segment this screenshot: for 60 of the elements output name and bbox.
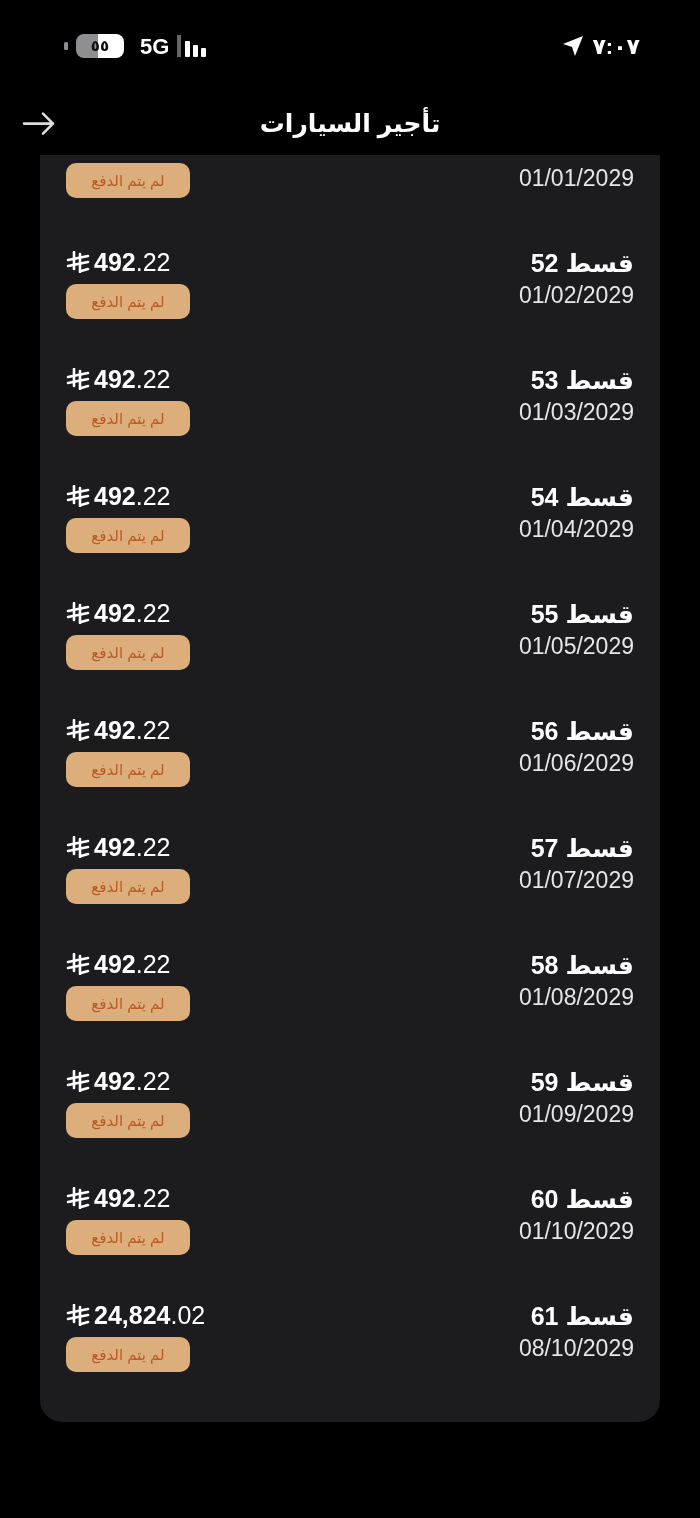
installment-title: قسط 55 <box>530 599 634 630</box>
payment-status-badge: لم يتم الدفع <box>66 1337 190 1372</box>
installment-date: 01/08/2029 <box>518 983 634 1012</box>
payment-status-badge: لم يتم الدفع <box>66 752 190 787</box>
installment-title: قسط 61 <box>530 1301 634 1332</box>
riyal-icon <box>66 1304 90 1326</box>
network-type: 5G <box>140 32 170 61</box>
riyal-icon <box>66 953 90 975</box>
installment-title: قسط 56 <box>530 716 634 747</box>
riyal-icon <box>66 719 90 741</box>
location-icon <box>562 35 585 57</box>
installment-date: 08/10/2029 <box>518 1334 634 1363</box>
installment-title: قسط 60 <box>530 1184 634 1215</box>
installment-amount: 492.22 <box>94 247 171 278</box>
installment-title: قسط 59 <box>530 1067 634 1098</box>
payment-status-badge: لم يتم الدفع <box>66 284 190 319</box>
installment-date: 01/09/2029 <box>518 1100 634 1129</box>
payment-status-badge: لم يتم الدفع <box>66 518 190 553</box>
installment-title: قسط 57 <box>530 833 634 864</box>
riyal-icon <box>66 251 90 273</box>
installment-date: 01/10/2029 <box>518 1217 634 1246</box>
installment-date: 01/04/2029 <box>518 515 634 544</box>
installment-amount: 492.22 <box>94 832 171 863</box>
screen-title: تأجير السيارات <box>259 106 441 141</box>
clock-time: ٧:٠٧ <box>592 32 640 61</box>
payment-status-badge: لم يتم الدفع <box>66 401 190 436</box>
installment-amount: 492.22 <box>94 598 171 629</box>
back-button[interactable] <box>22 111 56 136</box>
installment-date: 01/02/2029 <box>518 281 634 310</box>
payment-status-badge: لم يتم الدفع <box>66 869 190 904</box>
installment-title: قسط 52 <box>530 248 634 279</box>
installment-amount: 24,824.02 <box>94 1300 206 1331</box>
payment-status-badge: لم يتم الدفع <box>66 986 190 1021</box>
installment-date: 01/01/2029 <box>518 164 634 193</box>
payment-status-badge: لم يتم الدفع <box>66 163 190 198</box>
installment-date: 01/05/2029 <box>518 632 634 661</box>
installment-date: 01/06/2029 <box>518 749 634 778</box>
battery-nub-icon <box>64 42 68 50</box>
payment-status-badge: لم يتم الدفع <box>66 1220 190 1255</box>
signal-icon <box>177 35 208 57</box>
battery-level: ٥٥ <box>76 34 124 58</box>
installment-title: قسط 58 <box>530 950 634 981</box>
installment-amount: 492.22 <box>94 481 171 512</box>
installment-date: 01/07/2029 <box>518 866 634 895</box>
payment-status-badge: لم يتم الدفع <box>66 1103 190 1138</box>
payment-status-badge: لم يتم الدفع <box>66 635 190 670</box>
riyal-icon <box>66 836 90 858</box>
installment-amount: 492.22 <box>94 1066 171 1097</box>
installment-date: 01/03/2029 <box>518 398 634 427</box>
installment-title: قسط 54 <box>530 482 634 513</box>
riyal-icon <box>66 602 90 624</box>
riyal-icon <box>66 1070 90 1092</box>
installment-amount: 492.22 <box>94 715 171 746</box>
riyal-icon <box>66 1187 90 1209</box>
installment-amount: 492.22 <box>94 364 171 395</box>
riyal-icon <box>66 485 90 507</box>
installment-amount: 492.22 <box>94 1183 171 1214</box>
installment-amount: 492.22 <box>94 949 171 980</box>
installment-title: قسط 53 <box>530 365 634 396</box>
riyal-icon <box>66 368 90 390</box>
